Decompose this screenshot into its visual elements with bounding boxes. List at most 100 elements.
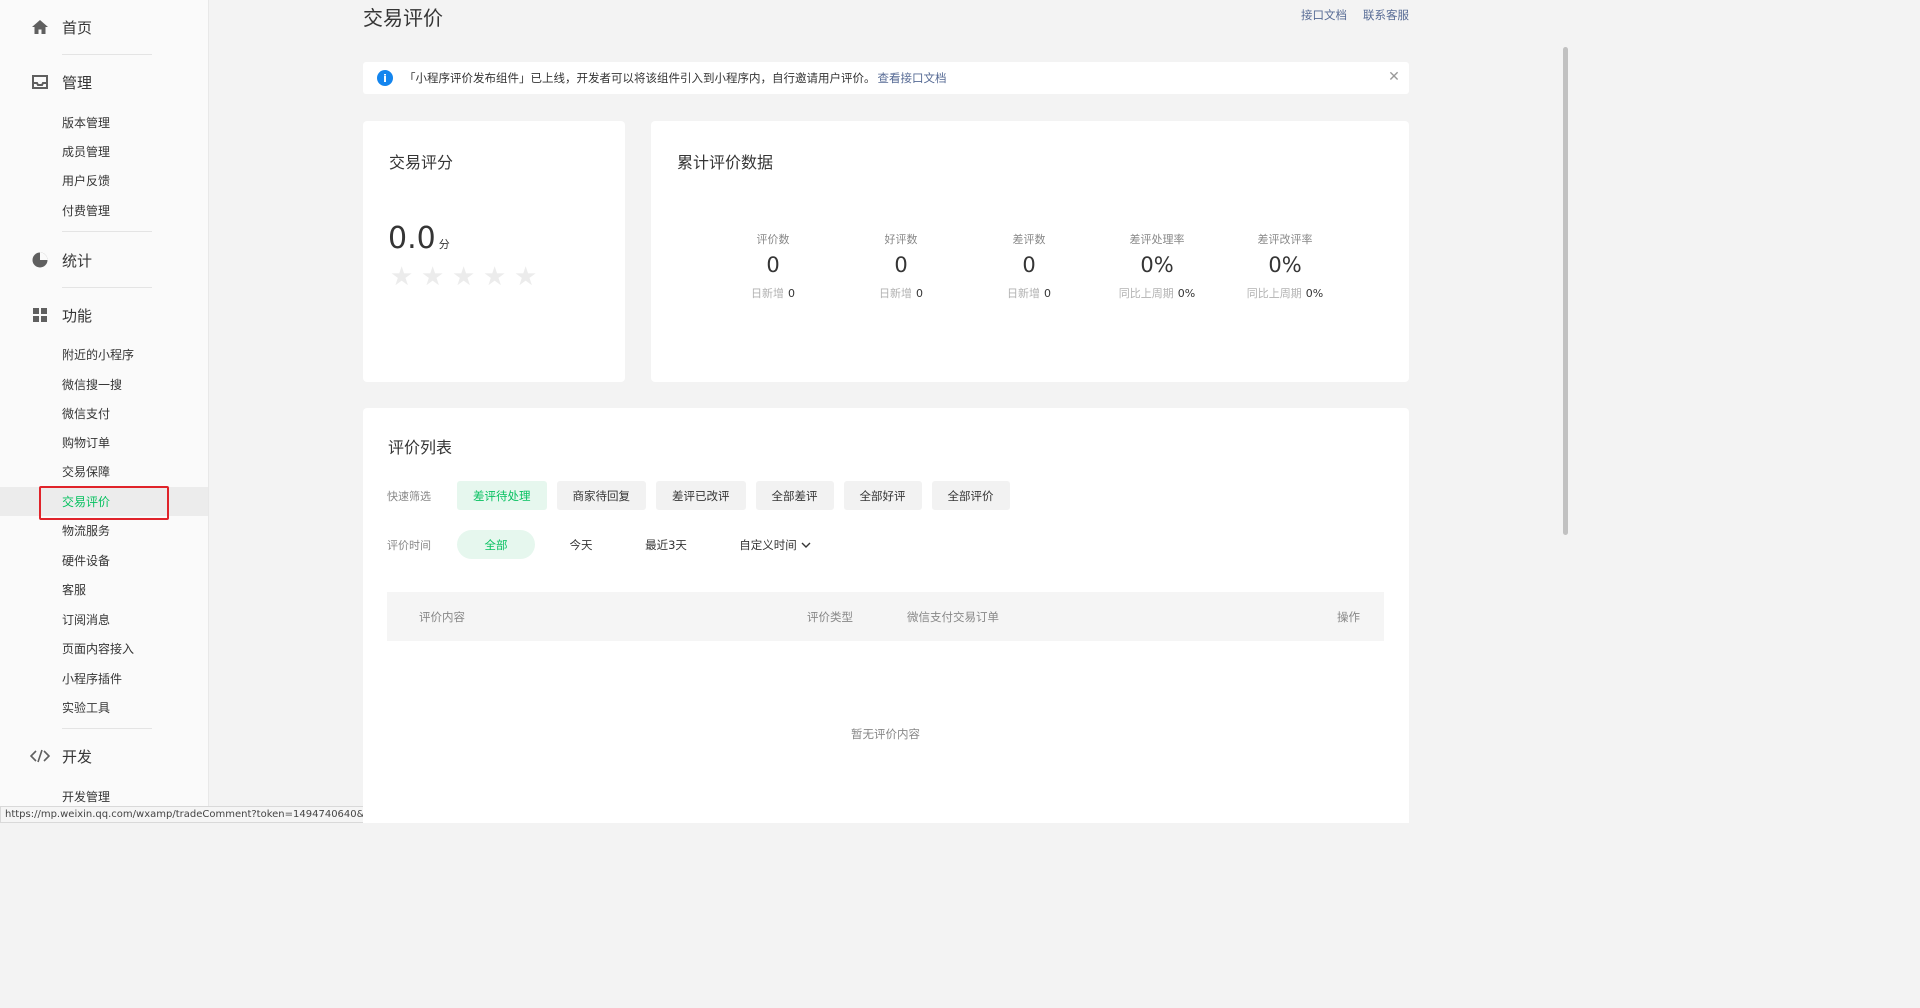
stat-value: 0 xyxy=(1022,253,1036,277)
quick-filter-row: 快速筛选 差评待处理 商家待回复 差评已改评 全部差评 全部好评 全部评价 xyxy=(387,481,1020,510)
stat-sub: 日新增 0 xyxy=(1007,287,1051,300)
list-title: 评价列表 xyxy=(388,438,453,457)
stat-value: 0% xyxy=(1140,253,1174,277)
star-rating: ★ ★ ★ ★ ★ xyxy=(390,262,538,292)
sidebar-item-search[interactable]: 微信搜一搜 xyxy=(0,370,208,399)
stat-sub: 同比上周期 0% xyxy=(1246,287,1324,300)
sidebar-item-lab[interactable]: 实验工具 xyxy=(0,693,208,722)
star-icon: ★ xyxy=(514,262,538,292)
info-icon: i xyxy=(377,70,393,86)
stat-label: 差评处理率 xyxy=(1129,233,1185,246)
quick-filter-all-bad[interactable]: 全部差评 xyxy=(755,481,834,510)
stat-label: 差评数 xyxy=(1012,233,1046,246)
col-type: 评价类型 xyxy=(807,610,853,624)
comment-list-card: 评价列表 快速筛选 差评待处理 商家待回复 差评已改评 全部差评 全部好评 全部… xyxy=(363,408,1409,823)
stat-label: 评价数 xyxy=(756,233,790,246)
sidebar-item-hardware[interactable]: 硬件设备 xyxy=(0,546,208,575)
chevron-down-icon xyxy=(801,542,811,548)
divider xyxy=(62,54,152,55)
quick-filter-bad-changed[interactable]: 差评已改评 xyxy=(656,481,746,510)
quick-filter-all[interactable]: 全部评价 xyxy=(931,481,1010,510)
scrollbar[interactable] xyxy=(1563,47,1568,535)
time-filter-today[interactable]: 今天 xyxy=(535,530,627,559)
stats-card: 累计评价数据 评价数 0 日新增 0 好评数 0 日新增 0 差评数 0 日新增 0 … xyxy=(651,121,1409,382)
time-filter-custom-label: 自定义时间 xyxy=(739,537,797,552)
code-icon xyxy=(30,746,50,766)
stat-total: 评价数 0 日新增 0 xyxy=(709,231,837,301)
col-content: 评价内容 xyxy=(419,610,465,624)
nav-stats[interactable]: 统计 xyxy=(30,246,92,274)
stat-label: 差评改评率 xyxy=(1257,233,1313,246)
api-doc-link[interactable]: 接口文档 xyxy=(1301,7,1347,23)
nav-manage[interactable]: 管理 xyxy=(30,68,92,96)
stat-value: 0 xyxy=(894,253,908,277)
score-card-title: 交易评分 xyxy=(389,153,454,172)
sidebar-item-logistics[interactable]: 物流服务 xyxy=(0,516,208,545)
stat-value: 0 xyxy=(766,253,780,277)
time-filter-row: 评价时间 全部 今天 最近3天 自定义时间 xyxy=(387,530,845,559)
notice-text: 「小程序评价发布组件」已上线，开发者可以将该组件引入到小程序内，自行邀请用户评价… xyxy=(404,71,876,85)
stat-good: 好评数 0 日新增 0 xyxy=(837,231,965,301)
pie-chart-icon xyxy=(30,250,50,270)
col-action: 操作 xyxy=(1337,610,1360,624)
score-value: 0.0 分 xyxy=(388,221,450,256)
divider xyxy=(62,231,152,232)
notice-link[interactable]: 查看接口文档 xyxy=(878,70,947,86)
stat-sub: 日新增 0 xyxy=(751,287,795,300)
nav-home[interactable]: 首页 xyxy=(30,13,92,41)
sidebar-item-subscribe[interactable]: 订阅消息 xyxy=(0,605,208,634)
home-icon xyxy=(30,17,50,37)
nav-manage-label: 管理 xyxy=(62,73,93,92)
sidebar-item-orders[interactable]: 购物订单 xyxy=(0,428,208,457)
score-unit: 分 xyxy=(438,238,450,251)
sidebar-item-pay[interactable]: 微信支付 xyxy=(0,399,208,428)
sidebar-item-billing[interactable]: 付费管理 xyxy=(0,196,208,225)
contact-support-link[interactable]: 联系客服 xyxy=(1363,7,1409,23)
top-links: 接口文档 联系客服 xyxy=(1301,7,1409,23)
nav-dev[interactable]: 开发 xyxy=(30,742,92,770)
score-number: 0.0 xyxy=(388,221,436,256)
star-icon: ★ xyxy=(421,262,445,292)
sidebar-item-members[interactable]: 成员管理 xyxy=(0,137,208,166)
star-icon: ★ xyxy=(452,262,476,292)
stat-bad-handle-rate: 差评处理率 0% 同比上周期 0% xyxy=(1093,231,1221,301)
inbox-icon xyxy=(30,72,50,92)
divider xyxy=(62,728,152,729)
sidebar-item-page-content[interactable]: 页面内容接入 xyxy=(0,634,208,663)
sidebar-item-plugins[interactable]: 小程序插件 xyxy=(0,664,208,693)
sidebar-item-version[interactable]: 版本管理 xyxy=(0,108,208,137)
table-header: 评价内容 评价类型 微信支付交易订单 操作 xyxy=(387,592,1384,641)
stat-bad: 差评数 0 日新增 0 xyxy=(965,231,1093,301)
stats-card-title: 累计评价数据 xyxy=(677,153,774,172)
grid-icon xyxy=(30,305,50,325)
quick-filter-bad-pending[interactable]: 差评待处理 xyxy=(457,481,547,510)
star-icon: ★ xyxy=(390,262,414,292)
sidebar: 首页 管理 版本管理 成员管理 用户反馈 付费管理 统计 功能 附近的小程序 微… xyxy=(0,0,209,823)
close-icon[interactable]: ✕ xyxy=(1387,70,1401,84)
nav-stats-label: 统计 xyxy=(62,251,93,270)
stat-sub: 同比上周期 0% xyxy=(1118,287,1196,300)
time-filter-3days[interactable]: 最近3天 xyxy=(627,530,705,559)
divider xyxy=(62,287,152,288)
time-filter-custom[interactable]: 自定义时间 xyxy=(705,530,845,559)
star-icon: ★ xyxy=(483,262,507,292)
nav-features-label: 功能 xyxy=(62,306,93,325)
notice-banner: i 「小程序评价发布组件」已上线，开发者可以将该组件引入到小程序内，自行邀请用户… xyxy=(363,62,1409,94)
stat-value: 0% xyxy=(1268,253,1302,277)
stat-bad-change-rate: 差评改评率 0% 同比上周期 0% xyxy=(1221,231,1349,301)
sidebar-item-feedback[interactable]: 用户反馈 xyxy=(0,166,208,195)
nav-features[interactable]: 功能 xyxy=(30,301,92,329)
status-url: https://mp.weixin.qq.com/wxamp/tradeComm… xyxy=(0,806,404,823)
sidebar-item-service[interactable]: 客服 xyxy=(0,575,208,604)
time-filter-all[interactable]: 全部 xyxy=(457,530,535,559)
empty-state: 暂无评价内容 xyxy=(851,727,920,741)
sidebar-item-guarantee[interactable]: 交易保障 xyxy=(0,457,208,486)
quick-filter-merchant-reply[interactable]: 商家待回复 xyxy=(556,481,646,510)
nav-dev-label: 开发 xyxy=(62,747,93,766)
col-order: 微信支付交易订单 xyxy=(907,610,999,624)
nav-home-label: 首页 xyxy=(62,18,93,37)
sidebar-item-nearby[interactable]: 附近的小程序 xyxy=(0,340,208,369)
stat-sub: 日新增 0 xyxy=(879,287,923,300)
sidebar-item-trade-comment[interactable]: 交易评价 xyxy=(0,487,208,516)
quick-filter-all-good[interactable]: 全部好评 xyxy=(843,481,922,510)
